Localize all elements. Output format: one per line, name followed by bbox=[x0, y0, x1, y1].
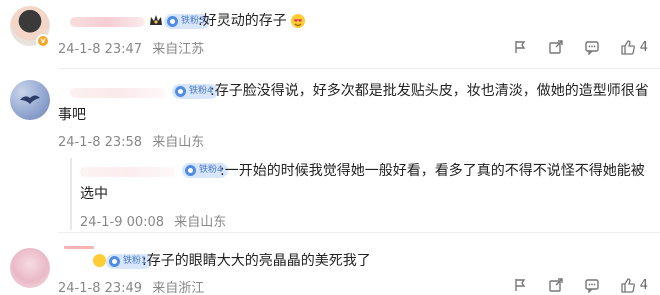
comment-icon[interactable] bbox=[584, 277, 600, 293]
avatar[interactable] bbox=[10, 80, 50, 120]
comment-2: 铁粉4 :存子脸没得说，好多次都是批发贴头皮，妆也清淡，做她的造型师很省 事吧 … bbox=[0, 70, 660, 150]
report-icon[interactable] bbox=[512, 277, 528, 293]
username-blurred[interactable] bbox=[64, 246, 94, 249]
timestamp: 24-1-8 23:58 bbox=[58, 135, 143, 150]
comment-text-continued: 选中 bbox=[80, 186, 108, 202]
comment-icon[interactable] bbox=[584, 39, 600, 55]
comment-text-continued: 事吧 bbox=[58, 107, 86, 123]
like-count: 4 bbox=[639, 39, 648, 55]
username-blurred[interactable] bbox=[70, 88, 165, 98]
crown-icon bbox=[150, 15, 162, 25]
thumbs-up-icon[interactable] bbox=[620, 39, 636, 55]
username-blurred[interactable] bbox=[70, 17, 145, 27]
like-count: 4 bbox=[639, 277, 648, 293]
divider bbox=[58, 68, 660, 69]
comment-text: :存子脸没得说，好多次都是批发贴头皮，妆也清淡，做她的造型师很省 bbox=[210, 83, 649, 99]
thumbs-up-icon[interactable] bbox=[620, 277, 636, 293]
reply-1: 铁粉4 :一开始的时候我觉得她一般好看，看多了真的不得不说怪不得她能被 选中 2… bbox=[0, 158, 660, 234]
emoji-badge-icon bbox=[93, 254, 106, 267]
timestamp: 24-1-9 00:08 bbox=[80, 215, 165, 230]
heart-eyes-emoji-icon bbox=[291, 14, 305, 28]
share-icon[interactable] bbox=[548, 39, 564, 55]
comment-actions: 4 bbox=[492, 276, 648, 294]
comment-1: v 铁粉3 :好灵动的存子 24-1-8 23:47 来自江苏 4 bbox=[0, 0, 660, 70]
comment-text: :一开始的时候我觉得她一般好看，看多了真的不得不说怪不得她能被 bbox=[220, 163, 645, 179]
comment-meta: 24-1-9 00:08 来自山东 bbox=[80, 211, 232, 230]
location: 来自浙江 bbox=[152, 281, 205, 295]
timestamp: 24-1-8 23:49 bbox=[58, 281, 143, 295]
comment-actions: 4 bbox=[492, 38, 648, 56]
username-blurred[interactable] bbox=[80, 167, 175, 177]
comment-text: :好灵动的存子 bbox=[198, 13, 287, 29]
divider bbox=[58, 232, 660, 233]
timestamp: 24-1-8 23:47 bbox=[58, 42, 143, 57]
avatar[interactable] bbox=[10, 248, 50, 288]
location: 来自江苏 bbox=[152, 42, 205, 57]
verified-badge-icon: v bbox=[36, 34, 50, 48]
comment-meta: 24-1-8 23:58 来自山东 bbox=[58, 131, 210, 150]
comment-meta: 24-1-8 23:49 来自浙江 bbox=[58, 277, 210, 295]
location: 来自山东 bbox=[152, 135, 205, 150]
comment-4: 铁粉1 :存子的眼睛大大的亮晶晶的美死我了 24-1-8 23:49 来自浙江 … bbox=[0, 236, 660, 295]
share-icon[interactable] bbox=[548, 277, 564, 293]
comment-meta: 24-1-8 23:47 来自江苏 bbox=[58, 38, 210, 57]
comment-text: :存子的眼睛大大的亮晶晶的美死我了 bbox=[142, 253, 371, 269]
report-icon[interactable] bbox=[512, 39, 528, 55]
location: 来自山东 bbox=[174, 215, 227, 230]
